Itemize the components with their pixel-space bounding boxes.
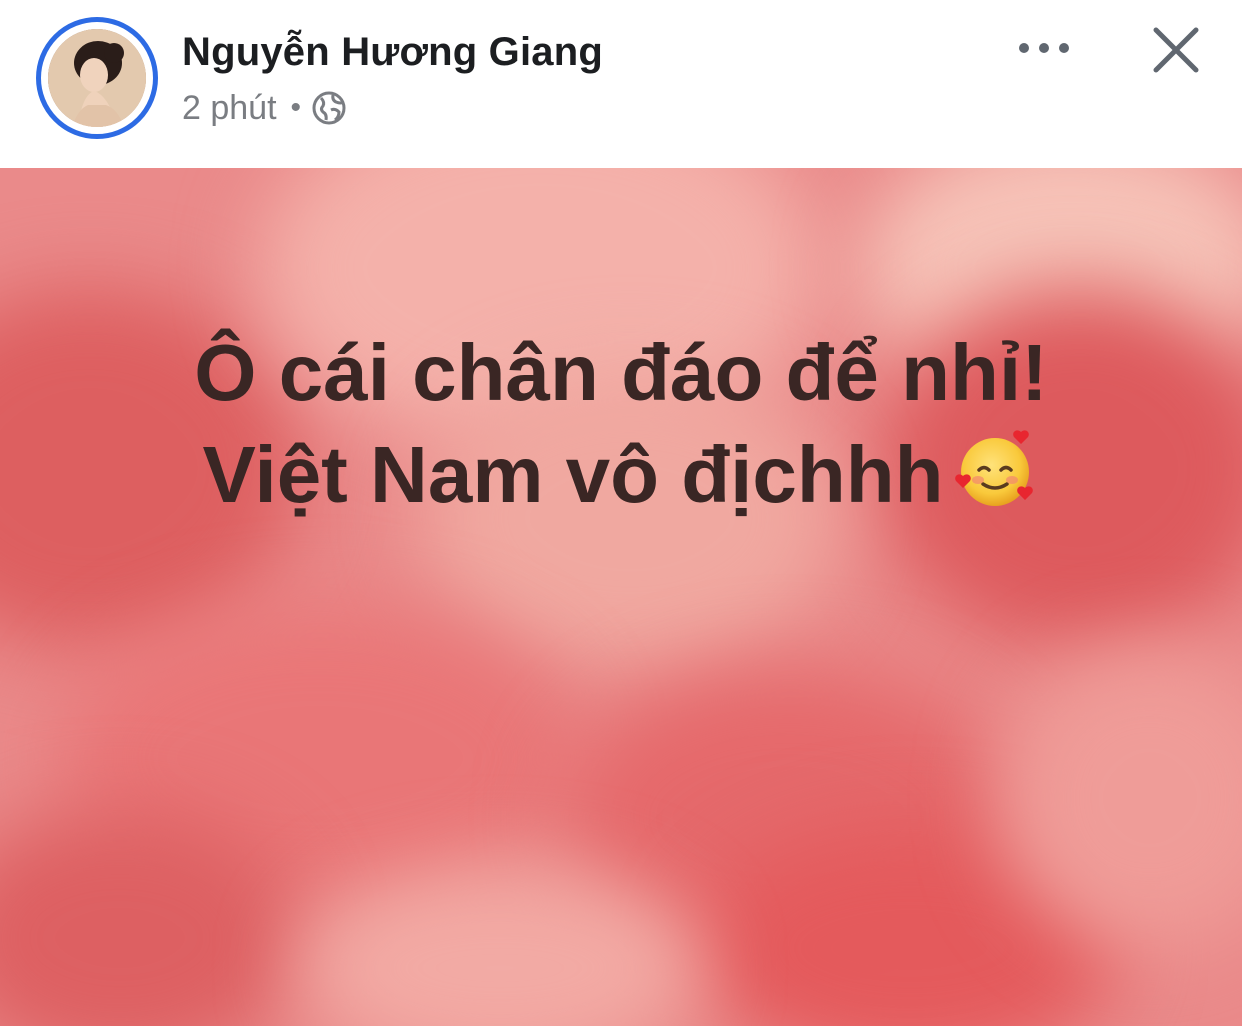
post-text-line-2: Việt Nam vô địchhh <box>0 424 1242 526</box>
more-horizontal-icon[interactable] <box>1016 34 1072 62</box>
meta-separator: • <box>290 91 302 124</box>
post-text: Ô cái chân đáo để nhỉ! Việt Nam vô địchh… <box>0 322 1242 526</box>
post-meta: 2 phút • <box>182 86 347 130</box>
avatar-story-ring[interactable] <box>36 17 158 139</box>
post-text-line-2-label: Việt Nam vô địchhh <box>202 430 944 519</box>
smiling-face-with-hearts-icon <box>955 430 1034 506</box>
post-time[interactable]: 2 phút <box>182 89 277 128</box>
close-icon[interactable] <box>1150 24 1202 76</box>
post-background[interactable] <box>0 168 1242 1026</box>
post-text-line-1: Ô cái chân đáo để nhỉ! <box>194 328 1048 417</box>
globe-icon <box>312 91 346 125</box>
post-viewer: Nguyễn Hương Giang 2 phút • Ô cái chân đ… <box>0 0 1242 1026</box>
author-name[interactable]: Nguyễn Hương Giang <box>182 30 603 75</box>
post-header: Nguyễn Hương Giang 2 phút • <box>0 0 1242 168</box>
avatar[interactable] <box>48 29 146 127</box>
